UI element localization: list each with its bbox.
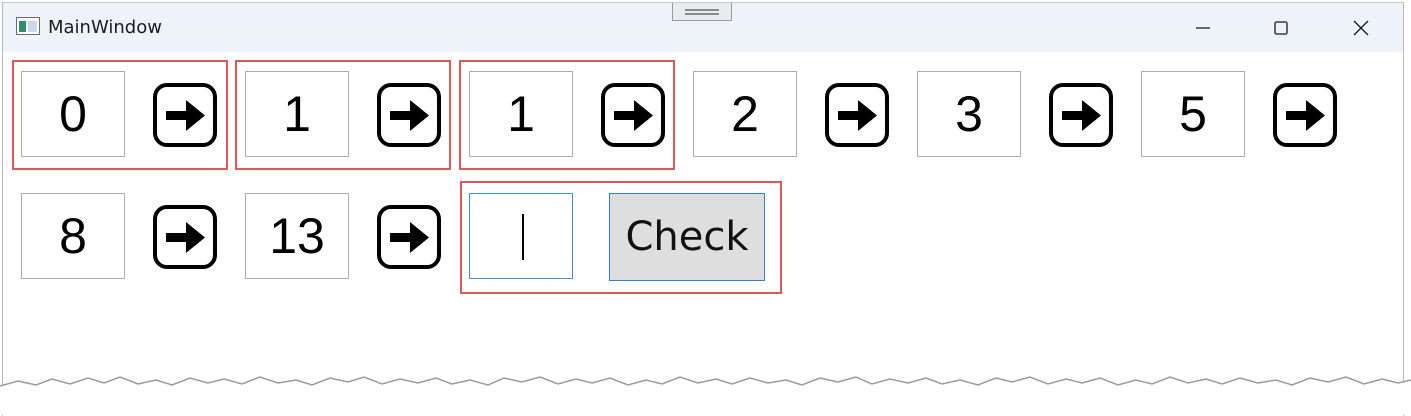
main-window: MainWindow 0 1 1 2 3 5 8 13 Check xyxy=(2,2,1404,416)
close-button[interactable] xyxy=(1321,3,1401,52)
next-arrow-button[interactable] xyxy=(153,83,217,147)
number-box: 0 xyxy=(21,71,125,157)
text-caret xyxy=(522,214,524,260)
number-box: 3 xyxy=(917,71,1021,157)
number-box: 1 xyxy=(469,71,573,157)
next-arrow-button[interactable] xyxy=(601,83,665,147)
number-box: 2 xyxy=(693,71,797,157)
number-box: 8 xyxy=(21,193,125,279)
arrow-right-icon xyxy=(377,83,441,147)
arrow-right-icon xyxy=(1049,83,1113,147)
next-arrow-button[interactable] xyxy=(825,83,889,147)
number-box: 1 xyxy=(245,71,349,157)
next-arrow-button[interactable] xyxy=(1273,83,1337,147)
title-bar: MainWindow xyxy=(3,3,1403,52)
arrow-right-icon xyxy=(153,205,217,269)
arrow-right-icon xyxy=(1273,83,1337,147)
next-arrow-button[interactable] xyxy=(153,205,217,269)
check-button[interactable]: Check xyxy=(609,193,765,281)
window-title: MainWindow xyxy=(48,17,162,38)
arrow-right-icon xyxy=(601,83,665,147)
minimize-icon xyxy=(1196,27,1210,29)
drag-grip-handle[interactable] xyxy=(672,3,732,21)
app-icon xyxy=(16,17,40,35)
number-box: 5 xyxy=(1141,71,1245,157)
next-arrow-button[interactable] xyxy=(377,83,441,147)
arrow-right-icon xyxy=(825,83,889,147)
torn-edge xyxy=(0,376,1411,415)
maximize-button[interactable] xyxy=(1241,3,1321,52)
number-box: 13 xyxy=(245,193,349,279)
close-icon xyxy=(1353,20,1369,36)
maximize-icon xyxy=(1274,21,1288,35)
minimize-button[interactable] xyxy=(1163,3,1243,52)
next-arrow-button[interactable] xyxy=(377,205,441,269)
arrow-right-icon xyxy=(153,83,217,147)
next-arrow-button[interactable] xyxy=(1049,83,1113,147)
answer-input[interactable] xyxy=(469,193,573,279)
arrow-right-icon xyxy=(377,205,441,269)
